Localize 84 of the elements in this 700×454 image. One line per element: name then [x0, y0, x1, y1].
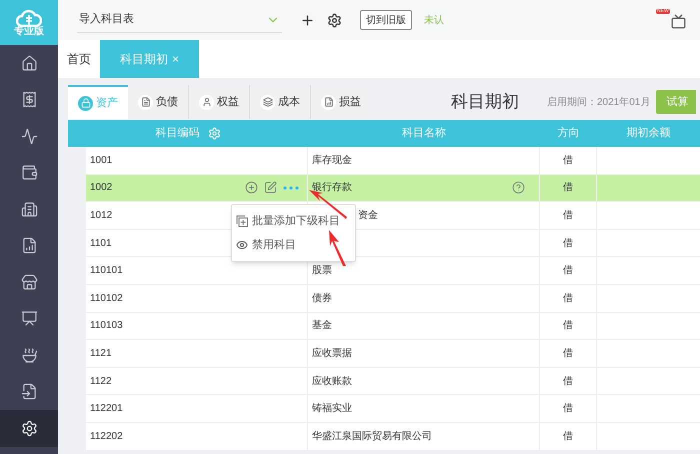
table-cell-text: 借: [563, 292, 573, 306]
table-cell-text: 铸福实业: [312, 402, 352, 416]
column-header: 科目名称: [401, 126, 447, 142]
table-cell-text: 借: [563, 319, 573, 334]
person-icon: [202, 97, 212, 107]
table-cell-text: 1101: [90, 236, 112, 251]
subject-select[interactable]: 导入科目表: [77, 7, 282, 33]
report-icon: [20, 237, 38, 254]
report-icon: [324, 97, 334, 107]
table-cell-text: 110102: [90, 292, 123, 306]
table-cell-text: 应收票据: [312, 346, 352, 361]
ledger-icon: [140, 97, 150, 107]
building-icon: [20, 200, 38, 218]
column-header: 方向: [556, 126, 580, 142]
column-header: 科目编码: [156, 126, 200, 142]
table-cell-text: 110103: [90, 319, 123, 334]
table-cell-text: 库存现金: [312, 154, 352, 168]
annotation-arrow: [327, 229, 347, 267]
column-header: 期初余额: [626, 126, 672, 142]
category-tab[interactable]: 损益: [310, 85, 371, 119]
table-cell-text: 1122: [90, 374, 112, 389]
home-icon: [20, 54, 38, 72]
category-tab[interactable]: 权益: [188, 85, 249, 119]
category-tab[interactable]: 成本: [249, 85, 310, 119]
page-title: 科目期初: [451, 91, 519, 114]
table-cell-text: 应收账款: [312, 374, 352, 389]
table-cell-text: 112201: [90, 402, 123, 416]
table-cell-text: 借: [563, 181, 573, 196]
period-text: 启用期间：2021年01月: [547, 96, 650, 110]
table-cell-text: 华盛江泉国际贸易有限公司: [312, 430, 432, 444]
status-text: 未认: [424, 14, 444, 28]
help-icon[interactable]: [512, 181, 525, 194]
table-cell-text: 1121: [90, 346, 112, 361]
table-cell-text: 1001: [90, 154, 112, 168]
table-cell-text: 资金: [358, 208, 378, 223]
money-bag-icon: [20, 164, 38, 182]
switch-version-button[interactable]: 切到旧版: [360, 10, 412, 30]
table-row[interactable]: 110103 基金 借: [86, 312, 700, 340]
table-cell-text: 银行存款: [312, 181, 352, 196]
table-cell-text: 借: [563, 374, 573, 389]
category-tab[interactable]: 负债: [128, 85, 188, 119]
table-row[interactable]: 1122 应收账款 借: [86, 368, 700, 396]
receipt-icon: [20, 91, 38, 108]
lock-icon: [80, 98, 90, 108]
table-cell-text: 股票: [312, 264, 332, 278]
table-cell-text: 债券: [312, 292, 332, 306]
menu-item[interactable]: 批量添加下级科目: [232, 211, 355, 231]
add-copy-icon: [236, 215, 248, 227]
table-cell-text: 借: [563, 236, 573, 251]
edit-icon[interactable]: [264, 181, 277, 194]
table-cell-text: 1002: [90, 181, 112, 196]
table-cell-text: 借: [563, 264, 573, 278]
add-circle-icon[interactable]: [245, 181, 258, 194]
table-row[interactable]: 110102 债券 借: [86, 284, 700, 313]
chart-icon: [20, 128, 38, 145]
table-cell-text: 基金: [312, 318, 332, 334]
add-icon[interactable]: [300, 12, 315, 28]
store-icon: [20, 274, 38, 291]
table-cell-text: 借: [563, 208, 573, 223]
page-tab[interactable]: 首页: [58, 40, 100, 78]
table-row[interactable]: 112201 铸福实业 借: [86, 395, 700, 423]
settings-icon: [20, 420, 38, 437]
settings-icon[interactable]: [327, 12, 342, 28]
table-row[interactable]: 1121 应收票据 借: [86, 340, 700, 368]
table-cell-text: 1012: [90, 208, 112, 223]
document-export-icon: [20, 383, 38, 400]
table-cell-text: 112202: [90, 430, 123, 444]
table-row[interactable]: 110101 股票 借: [86, 257, 700, 285]
table-row[interactable]: 112202 华盛江泉国际贸易有限公司 借: [86, 422, 700, 451]
table-row[interactable]: 1001 库存现金 借: [86, 147, 700, 175]
board-icon: [20, 310, 38, 328]
table-cell-text: 借: [563, 430, 573, 444]
sidebar-item[interactable]: [0, 410, 58, 446]
table-cell-text: 借: [563, 346, 573, 361]
table-cell-text: 借: [563, 154, 573, 168]
layers-icon: [262, 97, 272, 107]
table-cell-text: 110101: [90, 264, 123, 278]
table-row[interactable]: 1002 银行存款 借: [86, 174, 700, 202]
eye-icon: [236, 239, 248, 251]
menu-item[interactable]: 禁用科目: [232, 235, 355, 255]
bowl-icon: [20, 346, 38, 364]
table-cell-text: 借: [563, 402, 573, 416]
video-icon[interactable]: [671, 14, 686, 29]
cloud-logo-icon: [16, 8, 42, 26]
